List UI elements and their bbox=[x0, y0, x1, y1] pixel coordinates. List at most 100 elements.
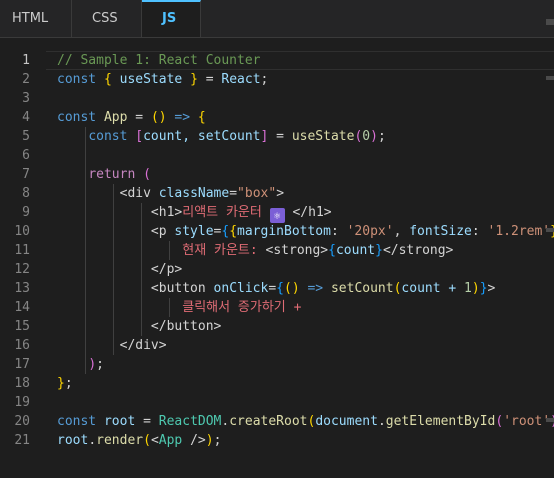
line-code: <div className="box"> bbox=[57, 184, 284, 203]
code-token: () bbox=[150, 110, 167, 125]
code-token: : bbox=[330, 224, 347, 239]
code-token: </div> bbox=[119, 338, 167, 353]
code-token: ; bbox=[64, 376, 73, 391]
code-token: } bbox=[57, 376, 65, 391]
code-line[interactable]: 10 <p style={{marginBottom: '20px', font… bbox=[0, 222, 554, 241]
code-token: useState bbox=[291, 129, 355, 144]
line-code: <h1>리액트 카운터 ⚛ </h1> bbox=[57, 203, 332, 223]
line-number: 5 bbox=[22, 129, 30, 144]
code-line[interactable]: 12 </p> bbox=[0, 260, 554, 279]
code-line[interactable]: 21 root.render(<App />); bbox=[0, 431, 554, 450]
code-token: ReactDOM bbox=[158, 414, 222, 429]
code-token: ) bbox=[370, 129, 378, 144]
code-token: = bbox=[135, 414, 159, 429]
code-line[interactable]: 2 const { useState } = React; bbox=[0, 70, 554, 89]
line-code: <button onClick={() => setCount(count + … bbox=[57, 279, 495, 298]
code-token: = bbox=[229, 186, 238, 201]
code-line[interactable]: 3 bbox=[0, 89, 554, 108]
code-token: '20px' bbox=[346, 224, 394, 239]
code-token: </button> bbox=[150, 319, 222, 334]
code-line[interactable]: 5 const [count, setCount] = useState(0); bbox=[0, 127, 554, 146]
line-code: const { useState } = React; bbox=[57, 70, 268, 89]
code-token: </strong> bbox=[382, 243, 454, 258]
code-line[interactable]: 9 <h1>리액트 카운터 ⚛ </h1> bbox=[0, 203, 554, 223]
editor-tab-bar: HTML CSS JS bbox=[0, 0, 554, 38]
line-number: 20 bbox=[14, 414, 30, 429]
code-token: </p> bbox=[150, 262, 183, 277]
code-token: '1.2rem' bbox=[487, 224, 551, 239]
code-token: { bbox=[197, 110, 206, 125]
code-token: => bbox=[166, 110, 198, 125]
code-token: <p bbox=[150, 224, 175, 239]
code-line[interactable]: 4 const App = () => { bbox=[0, 108, 554, 127]
line-code: const root = ReactDOM. createRoot (documen… bbox=[57, 412, 554, 431]
indent-guide bbox=[113, 184, 114, 355]
tab-css[interactable]: CSS bbox=[72, 0, 142, 37]
code-token: </h1> bbox=[284, 205, 332, 220]
code-line[interactable]: 16 </div> bbox=[0, 336, 554, 355]
line-code: const [count, setCount] = useState(0); bbox=[57, 127, 385, 146]
code-token: count + bbox=[401, 281, 465, 296]
line-number: 10 bbox=[14, 224, 30, 239]
code-token: 현재 카운트: bbox=[182, 243, 266, 258]
line-code: return ( bbox=[57, 165, 151, 184]
code-token: "box" bbox=[237, 186, 277, 201]
code-token: /> bbox=[182, 433, 206, 448]
code-line[interactable]: 7 return ( bbox=[0, 165, 554, 184]
code-line[interactable]: 19 bbox=[0, 393, 554, 412]
code-line[interactable]: 8 <div className="box"> bbox=[0, 184, 554, 203]
code-editor[interactable]: 1 // Sample 1: React Counter 2 const { useS… bbox=[0, 19, 554, 450]
line-number: 13 bbox=[14, 281, 30, 296]
code-token: marginBottom bbox=[237, 224, 331, 239]
code-line[interactable]: 14 클릭해서 증가하기 + bbox=[0, 298, 554, 317]
tab-js[interactable]: JS bbox=[142, 0, 201, 37]
code-token: // Sample 1: React Counter bbox=[57, 53, 261, 68]
code-token: { bbox=[103, 72, 112, 87]
code-token: () bbox=[284, 281, 300, 296]
code-token: ) bbox=[471, 281, 480, 296]
code-line[interactable]: 1 // Sample 1: React Counter bbox=[0, 51, 554, 70]
indent-guide bbox=[169, 298, 170, 317]
code-token: ( bbox=[143, 167, 151, 182]
line-code: }; bbox=[57, 374, 73, 393]
code-token: onClick bbox=[213, 281, 269, 296]
code-line[interactable]: 11 현재 카운트: <strong>{count}</strong> bbox=[0, 241, 554, 260]
code-line[interactable]: 17 ); bbox=[0, 355, 554, 374]
code-line[interactable]: 13 <button onClick={() => setCount(count… bbox=[0, 279, 554, 298]
line-number: 19 bbox=[14, 395, 30, 410]
code-token: render bbox=[96, 433, 144, 448]
line-number: 15 bbox=[14, 319, 30, 334]
line-code: ); bbox=[57, 355, 104, 374]
code-token: <button bbox=[150, 281, 214, 296]
code-line[interactable]: 15 </button> bbox=[0, 317, 554, 336]
code-token: const bbox=[57, 414, 104, 429]
line-number: 8 bbox=[22, 186, 30, 201]
code-token: { bbox=[328, 243, 336, 258]
line-number: 18 bbox=[14, 376, 30, 391]
code-token: count bbox=[335, 243, 376, 258]
code-token: fontSize bbox=[409, 224, 472, 239]
code-line[interactable]: 6 bbox=[0, 146, 554, 165]
code-token: = bbox=[268, 281, 277, 296]
code-line[interactable]: 20 const root = ReactDOM. createRoot (docum… bbox=[0, 412, 554, 431]
code-token: { bbox=[276, 281, 284, 296]
code-token: : bbox=[471, 224, 488, 239]
code-token: } bbox=[479, 281, 488, 296]
indent-guide bbox=[85, 127, 86, 374]
code-token: ; bbox=[260, 72, 269, 87]
code-token: 리액트 카운터 bbox=[182, 205, 270, 220]
code-token: App bbox=[103, 110, 128, 125]
code-line[interactable]: 18}; bbox=[0, 374, 554, 393]
code-token: } bbox=[190, 72, 198, 87]
code-token: => bbox=[299, 281, 331, 296]
code-token: root bbox=[103, 414, 136, 429]
tab-html[interactable]: HTML bbox=[0, 0, 72, 37]
